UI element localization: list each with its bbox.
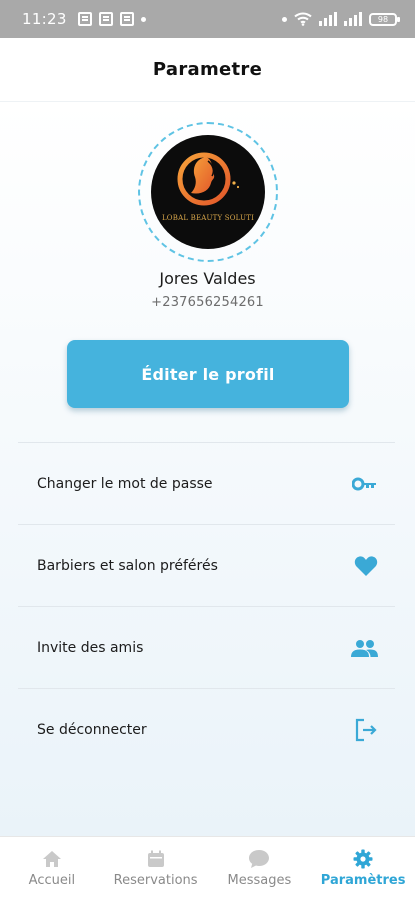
mail-icon [119, 12, 134, 26]
settings-content: LOBAL BEAUTY SOLUTI Jores Valdes +237656… [0, 102, 415, 836]
dot-icon [282, 16, 287, 22]
bottom-nav: Accueil Reservations Messages Paramètres [0, 836, 415, 901]
battery-level: 98 [377, 14, 389, 24]
nav-item-home[interactable]: Accueil [0, 837, 104, 901]
status-right: 98 [282, 12, 400, 26]
profile-name: Jores Valdes [159, 269, 256, 288]
page-title: Parametre [152, 59, 263, 80]
menu-item-label: Changer le mot de passe [37, 475, 213, 492]
mail-icon [98, 12, 113, 26]
nav-item-messages[interactable]: Messages [208, 837, 312, 901]
profile-phone: +237656254261 [151, 295, 264, 310]
calendar-icon [145, 849, 167, 869]
signal-icon [344, 12, 362, 26]
avatar[interactable]: LOBAL BEAUTY SOLUTI [151, 135, 265, 249]
menu-item-logout[interactable]: Se déconnecter [18, 688, 395, 770]
menu-item-invite-friends[interactable]: Invite des amis [18, 606, 395, 688]
settings-menu: Changer le mot de passe Barbiers et salo… [18, 442, 395, 770]
status-time: 11:23 [22, 10, 67, 28]
edit-profile-button[interactable]: Éditer le profil [67, 340, 349, 408]
chat-bubble-icon [248, 849, 270, 869]
nav-item-settings[interactable]: Paramètres [311, 837, 415, 901]
logout-icon [350, 718, 378, 742]
gear-icon [352, 849, 374, 869]
app-header: Parametre [0, 38, 415, 102]
notification-icon [77, 12, 92, 26]
status-bar: 11:23 98 [0, 0, 415, 38]
menu-item-label: Se déconnecter [37, 721, 147, 738]
nav-label: Paramètres [320, 873, 406, 888]
wifi-icon [294, 12, 312, 26]
home-icon [41, 849, 63, 869]
more-notifications-dot-icon [140, 16, 146, 22]
nav-label: Messages [227, 873, 292, 888]
nav-item-reservations[interactable]: Reservations [104, 837, 208, 901]
menu-item-label: Invite des amis [37, 639, 144, 656]
people-icon [350, 636, 378, 660]
status-left: 11:23 [22, 10, 146, 28]
menu-item-change-password[interactable]: Changer le mot de passe [18, 442, 395, 524]
signal-icon [319, 12, 337, 26]
battery-icon: 98 [369, 12, 400, 26]
logo-text: LOBAL BEAUTY SOLUTI [161, 214, 255, 222]
nav-label: Reservations [113, 873, 198, 888]
menu-item-label: Barbiers et salon préférés [37, 557, 218, 574]
menu-item-favorite-barbers[interactable]: Barbiers et salon préférés [18, 524, 395, 606]
avatar-container[interactable]: LOBAL BEAUTY SOLUTI [138, 122, 278, 262]
nav-label: Accueil [28, 873, 76, 888]
beauty-logo-icon [177, 152, 240, 206]
key-icon [350, 472, 378, 496]
heart-icon [350, 554, 378, 578]
